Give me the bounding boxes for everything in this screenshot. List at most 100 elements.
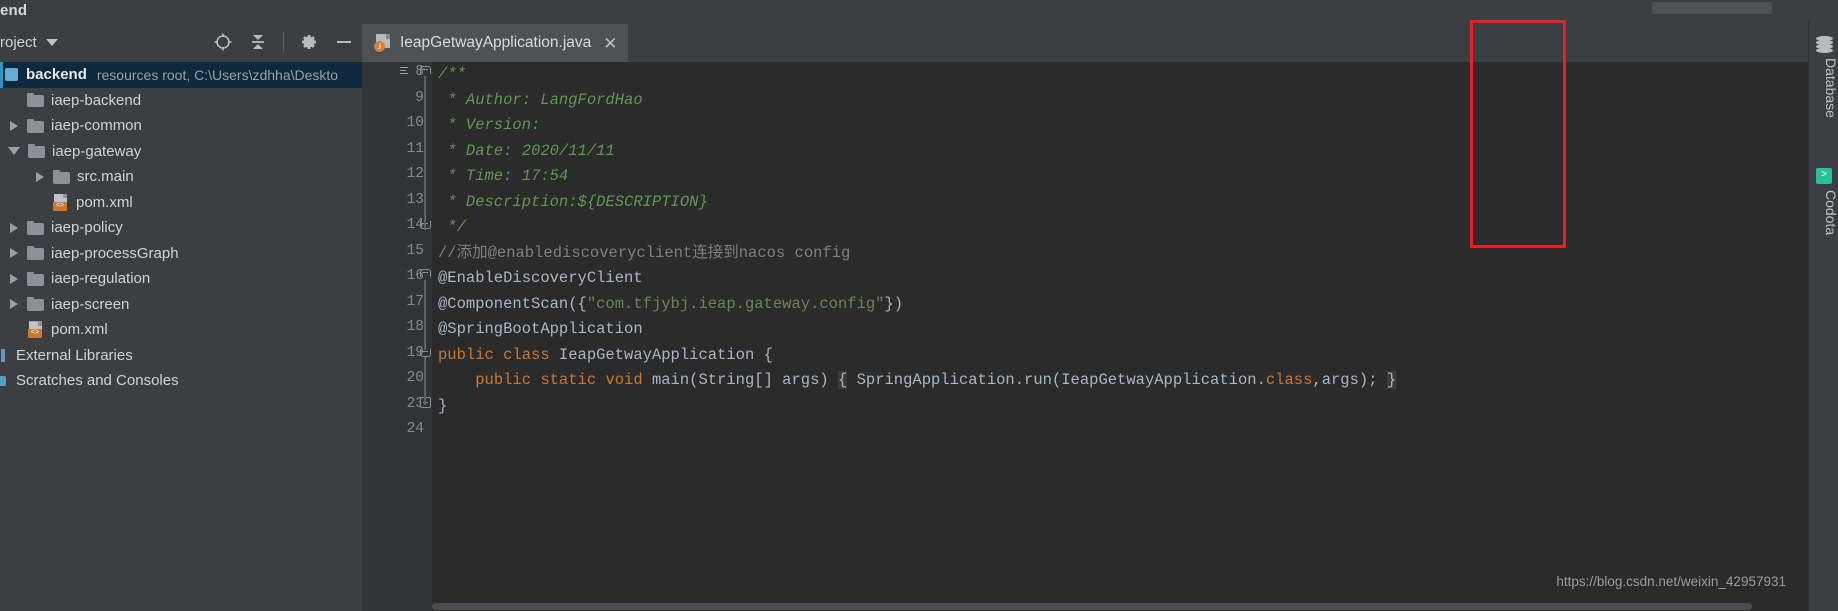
code-line: * Author: LangFordHao bbox=[438, 90, 643, 109]
tree-row-iaep-backend[interactable]: iaep-backend bbox=[0, 88, 362, 114]
fold-arrow-icon[interactable] bbox=[420, 218, 431, 229]
line-number: 12 bbox=[406, 166, 424, 182]
project-tree[interactable]: backend resources root, C:\Users\zdhha\D… bbox=[0, 62, 362, 611]
editor-tab-bar: J IeapGetwayApplication.java ✕ bbox=[362, 22, 1838, 62]
close-icon[interactable]: ✕ bbox=[603, 35, 617, 52]
fold-region-line bbox=[424, 76, 426, 230]
database-icon[interactable] bbox=[1816, 36, 1833, 53]
tree-root-annotation: resources root, C:\Users\zdhha\Deskto bbox=[96, 66, 339, 83]
code-line: @EnableDiscoveryClient bbox=[438, 269, 643, 287]
editor-tab-label: IeapGetwayApplication.java bbox=[400, 34, 592, 51]
fold-region-line bbox=[424, 280, 426, 350]
horizontal-scrollbar-thumb[interactable] bbox=[432, 603, 1752, 610]
line-number: 24 bbox=[406, 421, 424, 437]
tree-row-iaep-regulation[interactable]: iaep-regulation bbox=[0, 266, 362, 292]
fold-icon[interactable] bbox=[420, 397, 431, 408]
right-tool-strip: Database > Codota bbox=[1808, 22, 1838, 611]
project-toolbar-actions bbox=[213, 22, 354, 62]
chevron-right-icon[interactable] bbox=[10, 120, 18, 131]
fold-arrow-icon[interactable] bbox=[420, 66, 431, 77]
code-line: * Time: 17:54 bbox=[438, 167, 569, 185]
tree-row-iaep-common[interactable]: iaep-common bbox=[0, 113, 362, 139]
tree-item-label: iaep-backend bbox=[51, 91, 142, 109]
tree-row-iaep-policy[interactable]: iaep-policy bbox=[0, 215, 362, 241]
minimize-icon[interactable] bbox=[334, 32, 354, 52]
code-text: main(String[] args) bbox=[651, 371, 838, 389]
folder-icon bbox=[27, 297, 44, 312]
collapse-all-icon[interactable] bbox=[248, 32, 268, 52]
project-tool-window-header: roject bbox=[0, 22, 362, 62]
code-text: ,args); bbox=[1312, 371, 1387, 389]
chevron-right-icon[interactable] bbox=[10, 273, 18, 284]
tree-item-label: src.main bbox=[77, 168, 134, 186]
code-line: //添加@enablediscoveryclient连接到nacos confi… bbox=[438, 243, 851, 262]
java-file-icon: J bbox=[374, 34, 391, 52]
library-icon bbox=[0, 348, 9, 363]
project-tool-window-title: roject bbox=[0, 33, 37, 51]
xml-file-icon: <> bbox=[28, 321, 44, 339]
tree-item-label: iaep-common bbox=[51, 117, 142, 135]
tree-item-label: iaep-policy bbox=[51, 219, 123, 237]
tree-row-iaep-processgraph[interactable]: iaep-processGraph bbox=[0, 241, 362, 267]
editor-tab-ieapgetwayapplication[interactable]: J IeapGetwayApplication.java ✕ bbox=[362, 24, 628, 62]
tree-item-label: Scratches and Consoles bbox=[16, 372, 179, 390]
code-keyword: class bbox=[1265, 371, 1313, 389]
code-line-componentscan: @ComponentScan({"com.tfjybj.ieap.gateway… bbox=[438, 292, 903, 318]
code-text: SpringApplication.run(IeapGetwayApplicat… bbox=[847, 371, 1266, 389]
window-controls-placeholder bbox=[1652, 2, 1772, 14]
tree-row-iaep-screen[interactable]: iaep-screen bbox=[0, 292, 362, 318]
tree-root-label: backend bbox=[26, 66, 87, 84]
folder-icon bbox=[27, 246, 44, 261]
code-line: /** bbox=[438, 65, 466, 83]
folder-icon bbox=[53, 169, 70, 184]
right-tool-item-database[interactable]: Database bbox=[1809, 58, 1838, 118]
folder-icon bbox=[27, 93, 44, 108]
right-tool-item-codota[interactable]: Codota bbox=[1809, 190, 1838, 235]
code-brace-highlight: { bbox=[837, 371, 848, 389]
annotation-gutter-icon[interactable] bbox=[400, 66, 411, 77]
chevron-down-icon[interactable] bbox=[45, 38, 58, 46]
editor-area: J IeapGetwayApplication.java ✕ 8 9 10 11… bbox=[362, 22, 1838, 611]
code-line: @SpringBootApplication bbox=[438, 320, 643, 338]
fold-arrow-icon[interactable] bbox=[420, 346, 431, 357]
code-line: * Version: bbox=[438, 116, 541, 134]
chevron-right-icon[interactable] bbox=[10, 248, 18, 259]
line-number: 20 bbox=[406, 370, 424, 386]
tree-row-src-main[interactable]: src.main bbox=[0, 164, 362, 190]
editor-gutter[interactable]: 8 9 10 11 12 13 14 15 16 17 18 19 20 23 … bbox=[362, 62, 432, 611]
window-title-bar: end bbox=[0, 0, 1838, 22]
tree-item-label: pom.xml bbox=[51, 321, 108, 339]
module-icon bbox=[5, 67, 19, 82]
code-keyword: public class bbox=[438, 345, 559, 364]
code-line-main-method: public static void main(String[] args) {… bbox=[438, 368, 1397, 394]
gear-icon[interactable] bbox=[299, 32, 319, 52]
fold-arrow-icon[interactable] bbox=[420, 269, 431, 280]
chevron-right-icon[interactable] bbox=[36, 171, 44, 182]
chevron-down-icon[interactable] bbox=[8, 147, 20, 156]
toolbar-divider bbox=[283, 32, 284, 52]
code-text: }) bbox=[884, 294, 904, 313]
code-brace-highlight: } bbox=[1386, 371, 1397, 389]
tree-row-pom-gateway[interactable]: <> pom.xml bbox=[0, 190, 362, 216]
line-number: 15 bbox=[406, 242, 424, 259]
code-classname: IeapGetwayApplication bbox=[558, 345, 764, 364]
tree-row-pom-root[interactable]: <> pom.xml bbox=[0, 317, 362, 343]
chevron-right-icon[interactable] bbox=[10, 299, 18, 310]
line-number: 18 bbox=[406, 319, 424, 335]
tree-item-label: iaep-gateway bbox=[52, 142, 142, 160]
tree-row-iaep-gateway[interactable]: iaep-gateway bbox=[0, 139, 362, 165]
tree-item-label: iaep-regulation bbox=[51, 270, 151, 288]
code-line-class-decl: public class IeapGetwayApplication { bbox=[438, 343, 773, 369]
tree-item-label: iaep-screen bbox=[51, 295, 130, 313]
code-string: "com.tfjybj.ieap.gateway.config" bbox=[586, 294, 885, 313]
codota-icon[interactable]: > bbox=[1816, 168, 1833, 185]
tree-row-root[interactable]: backend resources root, C:\Users\zdhha\D… bbox=[0, 62, 362, 88]
code-line: * Description:${DESCRIPTION} bbox=[438, 192, 708, 211]
tree-row-external-libraries[interactable]: External Libraries bbox=[0, 343, 362, 369]
tree-row-scratches-and-consoles[interactable]: Scratches and Consoles bbox=[0, 368, 362, 394]
horizontal-scrollbar[interactable] bbox=[432, 601, 1822, 611]
chevron-right-icon[interactable] bbox=[10, 222, 18, 233]
code-content[interactable]: /** * Author: LangFordHao * Version: * D… bbox=[432, 62, 1838, 611]
tree-item-label: iaep-processGraph bbox=[51, 244, 179, 262]
locate-icon[interactable] bbox=[213, 32, 233, 52]
